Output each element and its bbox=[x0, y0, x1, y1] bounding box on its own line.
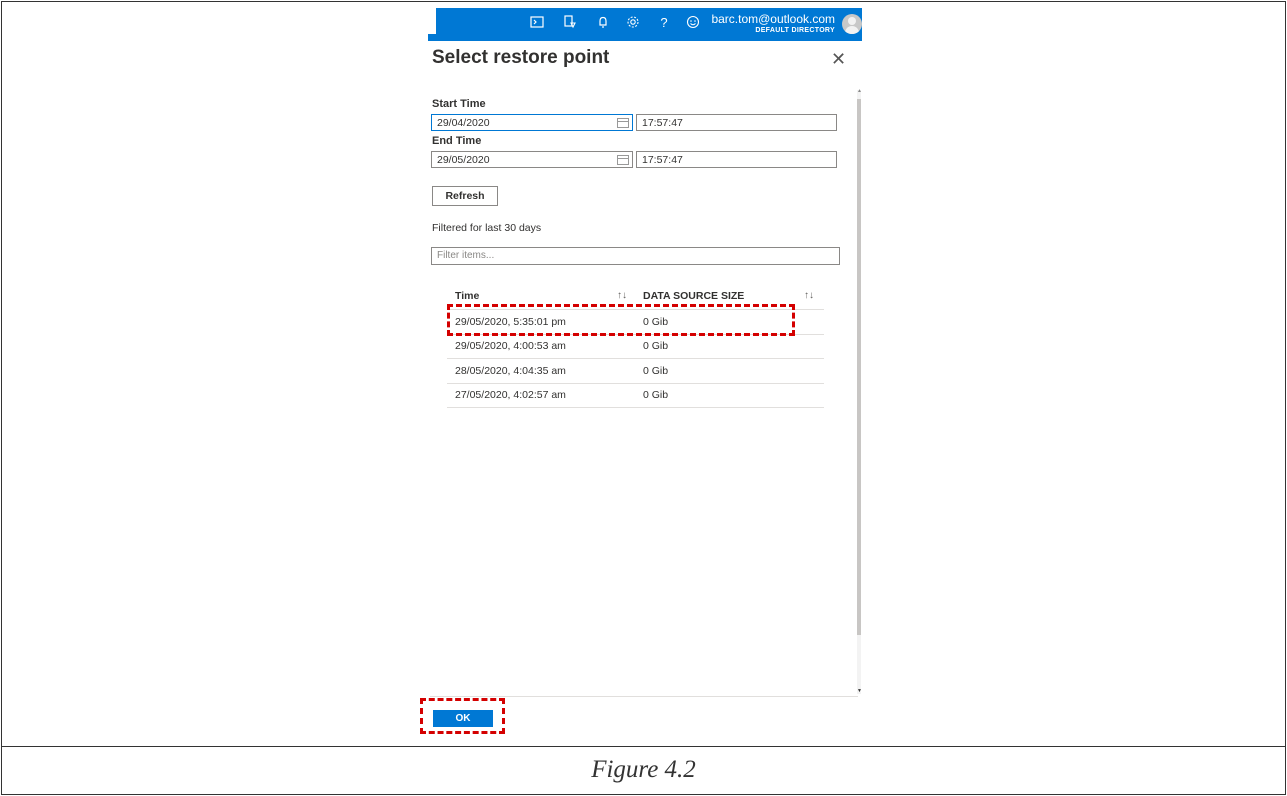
scroll-up-arrow-icon[interactable]: ▲ bbox=[857, 88, 862, 94]
table-row[interactable]: 27/05/2020, 4:02:57 am 0 Gib bbox=[447, 383, 824, 408]
start-time-label: Start Time bbox=[432, 98, 486, 110]
end-time-field[interactable]: 17:57:47 bbox=[636, 151, 837, 168]
cell-size: 0 Gib bbox=[643, 340, 669, 352]
table-row[interactable]: 28/05/2020, 4:04:35 am 0 Gib bbox=[447, 359, 824, 384]
close-icon[interactable]: ✕ bbox=[831, 49, 846, 70]
start-time-field[interactable]: 17:57:47 bbox=[636, 114, 837, 131]
help-icon[interactable]: ? bbox=[656, 15, 672, 31]
end-date-field[interactable]: 29/05/2020 bbox=[431, 151, 633, 168]
caption-divider bbox=[1, 746, 1286, 747]
settings-icon[interactable] bbox=[625, 15, 641, 31]
user-email[interactable]: barc.tom@outlook.com bbox=[711, 12, 835, 26]
scroll-down-arrow-icon[interactable]: ▼ bbox=[857, 688, 862, 694]
figure-caption: Figure 4.2 bbox=[591, 756, 696, 783]
cell-time: 29/05/2020, 4:00:53 am bbox=[455, 340, 566, 352]
scrollbar-thumb[interactable] bbox=[857, 99, 861, 635]
highlight-ok-button bbox=[420, 698, 505, 734]
user-directory: DEFAULT DIRECTORY bbox=[755, 27, 835, 34]
calendar-icon[interactable] bbox=[617, 118, 629, 128]
cloud-shell-icon[interactable] bbox=[529, 15, 545, 31]
column-header-time[interactable]: Time bbox=[455, 290, 479, 302]
cell-size: 0 Gib bbox=[643, 389, 669, 401]
avatar[interactable] bbox=[842, 14, 862, 34]
cell-size: 0 Gib bbox=[643, 365, 669, 377]
sort-icon[interactable]: ↑↓ bbox=[617, 290, 627, 301]
highlight-selected-row bbox=[447, 304, 795, 336]
sort-icon[interactable]: ↑↓ bbox=[804, 290, 814, 301]
column-header-data-source-size[interactable]: DATA SOURCE SIZE bbox=[643, 290, 744, 302]
cell-time: 28/05/2020, 4:04:35 am bbox=[455, 365, 566, 377]
start-date-field[interactable]: 29/04/2020 bbox=[431, 114, 633, 131]
cell-time: 27/05/2020, 4:02:57 am bbox=[455, 389, 566, 401]
filter-input[interactable]: Filter items... bbox=[431, 247, 840, 265]
refresh-button[interactable]: Refresh bbox=[432, 186, 498, 206]
notifications-icon[interactable] bbox=[595, 15, 611, 31]
filter-info-text: Filtered for last 30 days bbox=[432, 222, 542, 234]
table-row[interactable]: 29/05/2020, 4:00:53 am 0 Gib bbox=[447, 334, 824, 359]
top-bar-left-edge bbox=[428, 8, 436, 34]
end-time-label: End Time bbox=[432, 135, 482, 147]
directory-filter-icon[interactable] bbox=[562, 15, 578, 31]
panel-title: Select restore point bbox=[432, 47, 610, 68]
feedback-icon[interactable] bbox=[685, 15, 701, 31]
calendar-icon[interactable] bbox=[617, 155, 629, 165]
footer-divider bbox=[430, 696, 858, 697]
